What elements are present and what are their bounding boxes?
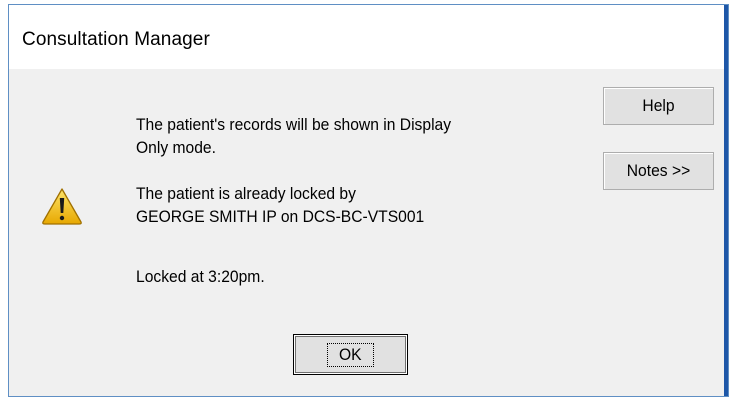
- title-bar[interactable]: Consultation Manager: [9, 5, 724, 69]
- message-line-4: GEORGE SMITH IP on DCS-BC-VTS001: [136, 207, 425, 226]
- help-button[interactable]: Help: [603, 87, 714, 125]
- ok-button[interactable]: OK: [293, 334, 408, 375]
- dialog-title: Consultation Manager: [22, 29, 210, 50]
- dialog-window: Consultation Manager The patient's recor…: [8, 4, 729, 397]
- notes-button[interactable]: Notes >>: [603, 152, 714, 190]
- ok-button-label: OK: [339, 344, 362, 364]
- notes-button-label: Notes >>: [626, 161, 691, 180]
- message-line-5: Locked at 3:20pm.: [136, 267, 265, 286]
- message-line-3: The patient is already locked by: [136, 184, 356, 203]
- help-button-label: Help: [642, 96, 675, 115]
- dialog-body: The patient's records will be shown in D…: [9, 69, 724, 396]
- message-line-2: Only mode.: [136, 138, 216, 157]
- screen: Consultation Manager The patient's recor…: [0, 0, 737, 403]
- ok-focus-rect: OK: [327, 342, 374, 367]
- warning-icon: [42, 188, 82, 225]
- message-line-1: The patient's records will be shown in D…: [136, 115, 452, 134]
